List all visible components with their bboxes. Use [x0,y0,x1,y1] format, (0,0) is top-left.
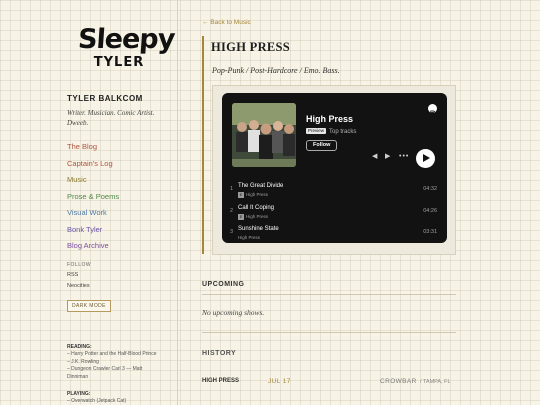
nav-link-bonk-tyler[interactable]: Bonk Tyler [67,225,119,242]
reading-item: – J.K. Rowling [67,358,99,365]
follow-link-neocities[interactable]: Neocities [67,283,90,294]
explicit-badge: E [238,213,244,220]
track-artist-name: High Press [238,235,261,240]
nav-link-visual-work[interactable]: Visual Work [67,208,119,225]
previous-track-icon[interactable]: ◀︎ [372,152,377,162]
next-track-icon[interactable]: ▶︎ [385,152,390,162]
track-name: Sunshine State [238,226,279,232]
track-row[interactable]: 2 Call It Coping E High Press 04:26 [222,202,447,224]
track-duration: 04:32 [423,186,437,192]
reading-item: – Dungeon Crawler Carl 3 — Matt [67,366,143,372]
track-artist: E High Press [238,192,268,198]
playing-heading: PLAYING: [67,391,91,397]
reading-list: – Harry Potter and the Half-Blood Prince… [67,351,175,381]
spotify-waves [429,110,436,115]
preview-badge: Preview [306,128,327,134]
track-list: 1 The Great Divide E High Press 04:32 2 C… [222,180,447,243]
nav-link-prose-poems[interactable]: Prose & Poems [67,192,119,209]
track-artist: E High Press [238,213,269,220]
back-to-music-link[interactable]: ← Back to Music [202,19,251,26]
track-row[interactable]: 1 The Great Divide E High Press 04:32 [222,180,447,202]
track-number: 3 [230,229,234,235]
author-bio: Writer. Musician. Comic Artist. Dweeb. [67,109,155,127]
more-options-icon[interactable]: ••• [399,152,409,162]
nav-link-music[interactable]: Music [67,175,119,192]
player-title[interactable]: High Press [306,114,353,124]
album-cover-image[interactable] [232,103,296,167]
nav-link-blog[interactable]: The Blog [67,142,119,159]
upcoming-heading: UPCOMING [202,281,245,288]
track-duration: 03:31 [423,229,437,235]
track-artist-name: High Press [246,192,269,197]
follow-link-rss[interactable]: RSS [67,272,90,283]
follow-heading: FOLLOW [67,262,92,268]
history-venue: CROWBAR [380,378,417,385]
explicit-badge: E [238,192,244,198]
sidebar-nav: The Blog Captain's Log Music Prose & Poe… [67,142,119,258]
logo-line-1: Sleepy [76,24,176,55]
track-name: Call It Coping [238,204,275,211]
follow-button[interactable]: Follow [306,140,338,151]
player-subtitle: Preview Top tracks [306,128,356,135]
spotify-player[interactable]: High Press Preview Top tracks Follow ◀︎ ▶… [222,93,447,243]
no-upcoming-shows: No upcoming shows. [202,308,265,317]
track-number: 1 [230,186,234,192]
reading-item: Dinniman [67,373,89,380]
nav-link-blog-archive[interactable]: Blog Archive [67,241,119,258]
track-row[interactable]: 3 Sunshine State High Press 03:31 [222,223,447,243]
track-duration: 04:26 [423,207,437,214]
follow-links: RSS Neocities [67,272,90,293]
band-photo [232,103,296,167]
nav-link-captains-log[interactable]: Captain's Log [67,159,119,176]
reading-item: – Harry Potter and the Half-Blood Prince [67,351,157,357]
logo-line-2: TYLER [93,55,145,70]
player-subtitle-text: Top tracks [329,129,357,135]
section-divider [202,294,456,295]
history-date: JUL 17 [268,378,291,385]
play-button[interactable] [416,149,435,168]
track-artist-name: High Press [246,213,269,219]
track-name: The Great Divide [238,183,284,189]
dark-mode-button[interactable]: DARK MODE [67,300,111,312]
section-divider [202,332,456,333]
history-city: / TAMPA, FL [420,379,451,385]
playing-item: – Overwatch (Jetpack Cat) [67,398,127,404]
reading-heading: READING: [67,344,92,350]
history-band: HIGH PRESS [202,378,240,384]
track-number: 2 [230,207,234,214]
page-title: HIGH PRESS [211,40,291,54]
spotify-icon[interactable] [428,104,437,115]
site-logo[interactable]: Sleepy TYLER [76,24,176,70]
sidebar: Sleepy TYLER TYLER BALKCOM Writer. Music… [0,0,178,405]
author-name: TYLER BALKCOM [67,94,143,103]
track-artist: High Press [238,235,260,240]
history-heading: HISTORY [202,350,237,357]
page-subtitle: Pop-Punk / Post-Hardcore / Emo. Bass. [212,66,340,75]
